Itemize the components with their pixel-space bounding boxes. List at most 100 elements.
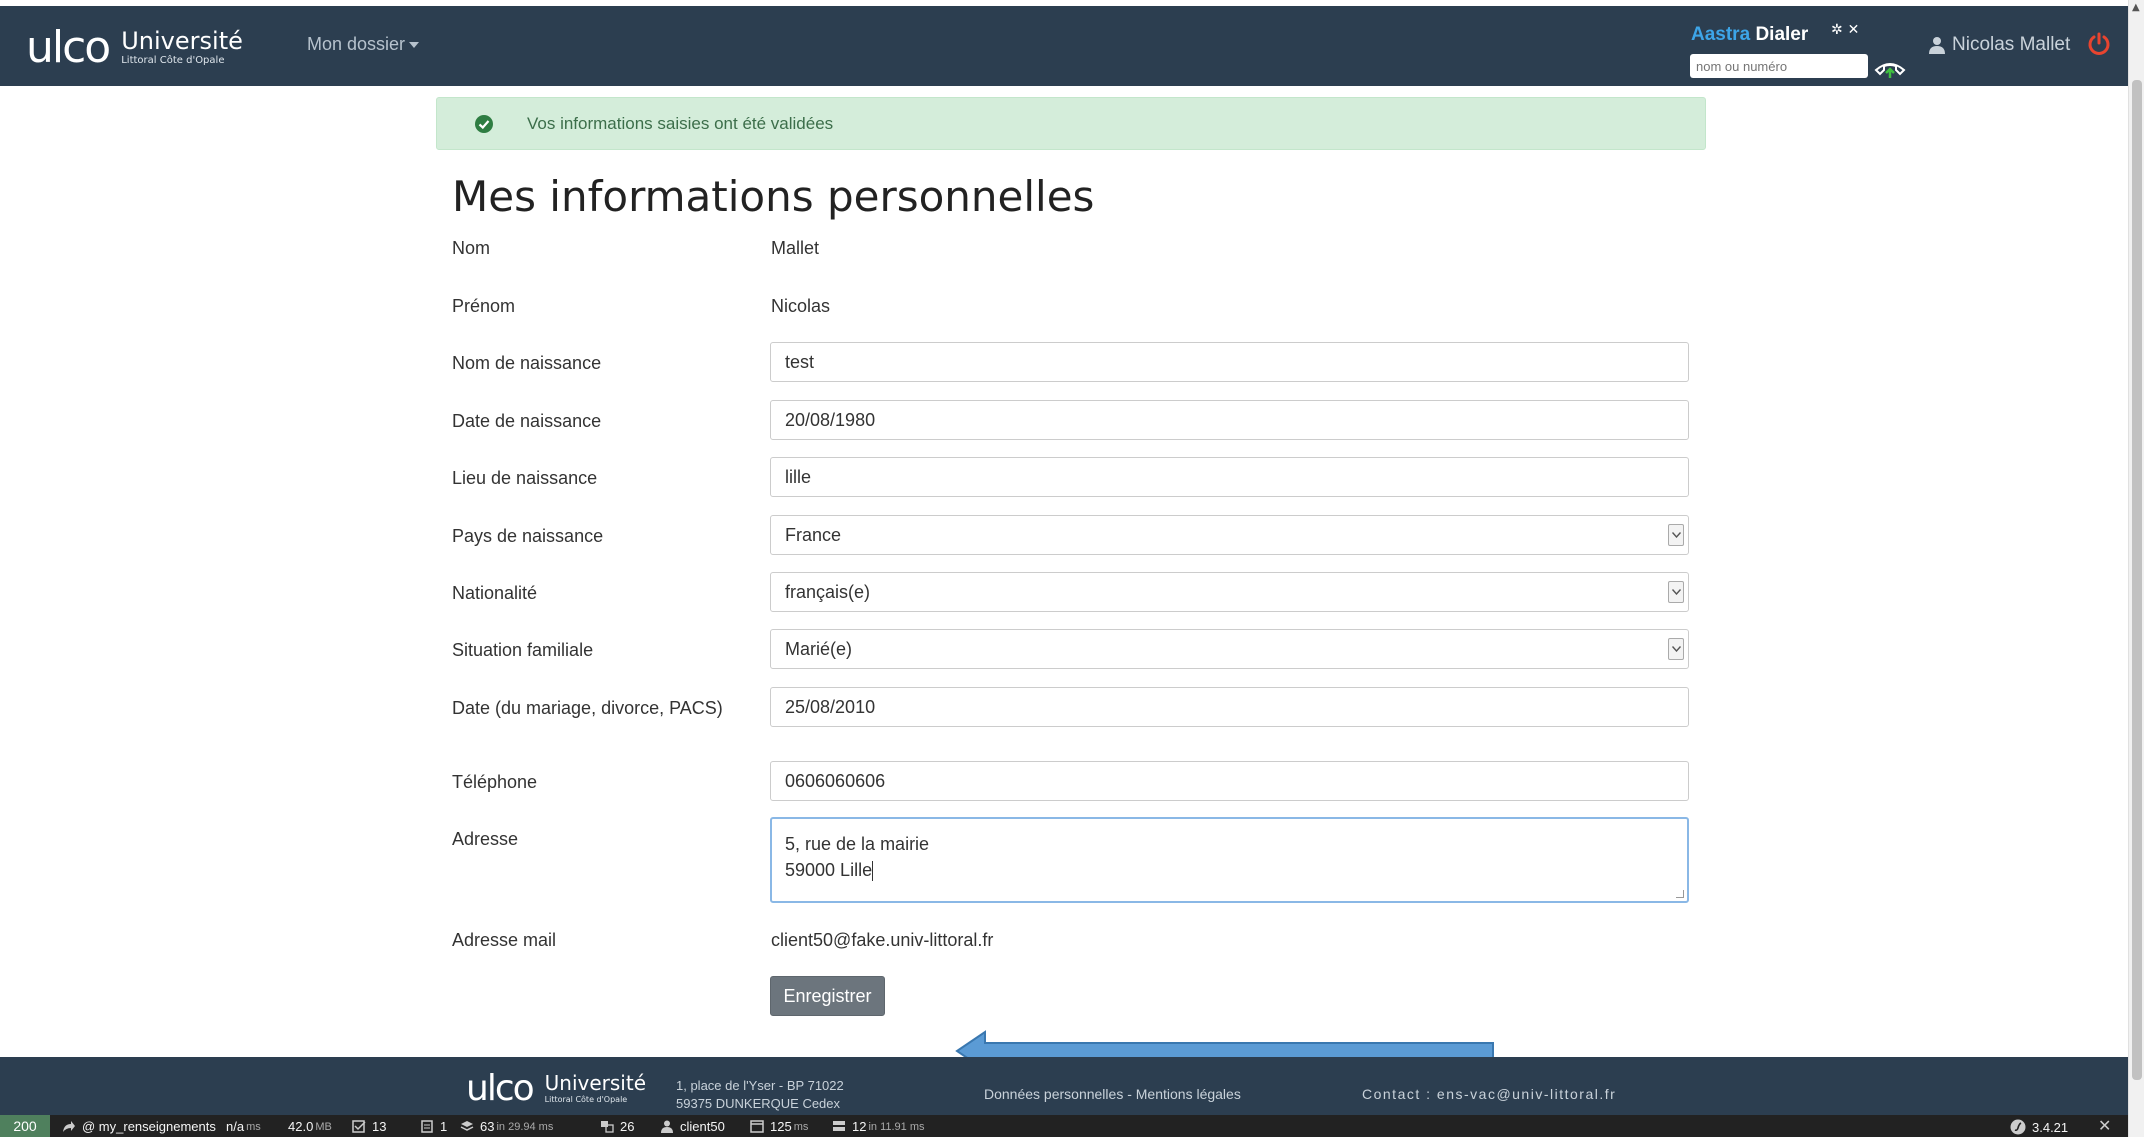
logo-mark: ulco	[26, 22, 111, 73]
date-naissance-value: 20/08/1980	[785, 410, 876, 430]
label-telephone: Téléphone	[452, 772, 538, 792]
debug-translations[interactable]: 26	[600, 1119, 634, 1134]
debug-logs-count: 1	[440, 1119, 448, 1134]
debug-cache-unit: in 29.94 ms	[496, 1120, 554, 1133]
top-navbar: ulco Université Littoral Côte d'Opale Mo…	[0, 6, 2128, 86]
cache-layers-icon	[460, 1121, 474, 1131]
label-prenom: Prénom	[452, 296, 516, 316]
symfony-logo-icon	[2010, 1119, 2026, 1135]
twig-icon	[750, 1120, 764, 1133]
label-adresse: Adresse	[452, 829, 519, 849]
debug-logs[interactable]: 1	[420, 1119, 447, 1134]
debug-twig[interactable]: 125 ms	[750, 1119, 808, 1134]
scroll-thumb[interactable]	[2132, 80, 2142, 1080]
route-arrow-icon	[63, 1121, 75, 1132]
debug-database[interactable]: 12 in 11.91 ms	[832, 1119, 925, 1134]
symfony-debug-toolbar: 200 @ my_renseignements n/a ms 42.0 MB 13 …	[0, 1115, 2128, 1137]
text-cursor	[872, 861, 874, 882]
value-prenom: Nicolas	[771, 296, 831, 316]
dialer-brand: Aastra	[1691, 24, 1751, 45]
telephone-input[interactable]: 0606060606	[770, 761, 1689, 801]
value-nom: Mallet	[771, 238, 820, 258]
nom-naissance-value: test	[785, 352, 815, 372]
debug-memory-value: 42.0	[288, 1119, 314, 1134]
footer-logo[interactable]: ulco Université Littoral Côte d'Opale	[466, 1067, 646, 1111]
adresse-line-2-row: 59000 Lille	[785, 857, 1674, 883]
footer-contact[interactable]: Contact : ens-vac@univ-littoral.fr	[1362, 1086, 1616, 1102]
user-menu[interactable]: Nicolas Mallet	[1928, 34, 2070, 56]
debug-user-name: client50	[680, 1119, 725, 1134]
footer-legal-links[interactable]: Données personnelles - Mentions légales	[984, 1086, 1241, 1102]
logo-name: Université	[121, 27, 243, 55]
dialer-controls[interactable]: ✲ ✕	[1831, 22, 1859, 38]
dialer-title: Aastra Dialer	[1691, 24, 1808, 46]
date-mariage-value: 25/08/2010	[785, 697, 876, 717]
debug-route[interactable]: @ my_renseignements	[62, 1119, 216, 1134]
debug-forms-count: 13	[372, 1119, 387, 1134]
debug-route-name: @ my_renseignements	[82, 1119, 216, 1134]
footer-logo-subtitle: Littoral Côte d'Opale	[544, 1095, 628, 1104]
check-circle-icon	[475, 115, 493, 133]
debug-cache[interactable]: 63 in 29.94 ms	[460, 1119, 553, 1134]
chevron-down-icon[interactable]	[1668, 638, 1684, 660]
page-title: Mes informations personnelles	[452, 172, 1095, 221]
logo-subtitle: Littoral Côte d'Opale	[121, 55, 225, 66]
footer-address-line-1: 1, place de l'Yser - BP 71022	[676, 1078, 844, 1093]
debug-time-value: n/a	[226, 1119, 245, 1134]
pays-naissance-value: France	[785, 525, 842, 545]
phone-call-icon[interactable]	[1874, 56, 1906, 78]
user-icon	[661, 1120, 673, 1133]
logo-text: Université Littoral Côte d'Opale	[121, 29, 243, 67]
debug-user[interactable]: client50	[660, 1119, 725, 1134]
footer-logo-mark: ulco	[466, 1068, 535, 1109]
enregistrer-button[interactable]: Enregistrer	[770, 976, 885, 1016]
status-code-badge[interactable]: 200	[0, 1115, 50, 1137]
nationalite-select[interactable]: français(e)	[770, 572, 1689, 612]
value-adresse-mail: client50@fake.univ-littoral.fr	[771, 930, 994, 950]
nationalite-value: français(e)	[785, 582, 871, 602]
label-nom: Nom	[452, 238, 491, 258]
situation-familiale-select[interactable]: Marié(e)	[770, 629, 1689, 669]
close-icon[interactable]: ✕	[2098, 1116, 2111, 1136]
debug-memory-unit: MB	[315, 1120, 332, 1133]
university-logo[interactable]: ulco Université Littoral Côte d'Opale	[26, 26, 243, 70]
site-footer: ulco Université Littoral Côte d'Opale 1,…	[0, 1057, 2128, 1115]
aastra-dialer-widget: Aastra Dialer ✲ ✕	[1689, 22, 1906, 80]
label-date-naissance: Date de naissance	[452, 411, 602, 431]
date-naissance-input[interactable]: 20/08/1980	[770, 400, 1689, 440]
chevron-down-icon[interactable]	[1668, 524, 1684, 546]
debug-twig-value: 125	[770, 1119, 792, 1134]
mon-dossier-menu[interactable]: Mon dossier	[307, 34, 420, 55]
dialer-input[interactable]	[1690, 54, 1868, 78]
label-date-mariage: Date (du mariage, divorce, PACS)	[452, 698, 723, 718]
date-mariage-input[interactable]: 25/08/2010	[770, 687, 1689, 727]
power-logout-icon[interactable]	[2086, 31, 2112, 57]
mon-dossier-label: Mon dossier	[307, 34, 406, 54]
debug-time[interactable]: n/a ms	[226, 1119, 261, 1134]
chevron-down-icon[interactable]	[1668, 581, 1684, 603]
debug-cache-count: 63	[480, 1119, 495, 1134]
alert-message: Vos informations saisies ont été validée…	[527, 114, 834, 133]
scroll-up-icon[interactable]: ▲	[2132, 2, 2140, 13]
footer-logo-text: Université Littoral Côte d'Opale	[545, 1073, 646, 1105]
debug-time-unit: ms	[246, 1120, 261, 1133]
debug-symfony-version[interactable]: 3.4.21	[2010, 1119, 2068, 1135]
situation-familiale-value: Marié(e)	[785, 639, 853, 659]
label-nom-naissance: Nom de naissance	[452, 353, 602, 373]
page-scrollbar[interactable]: ▲	[2128, 0, 2144, 1137]
resize-handle[interactable]	[1676, 890, 1684, 898]
footer-logo-name: Université	[544, 1071, 646, 1095]
pays-naissance-select[interactable]: France	[770, 515, 1689, 555]
lieu-naissance-value: lille	[785, 467, 812, 487]
dialer-name: Dialer	[1755, 24, 1809, 45]
telephone-value: 0606060606	[785, 771, 886, 791]
lieu-naissance-input[interactable]: lille	[770, 457, 1689, 497]
footer-address: 1, place de l'Yser - BP 71022 59375 DUNK…	[676, 1077, 844, 1113]
debug-memory[interactable]: 42.0 MB	[288, 1119, 332, 1134]
label-nationalite: Nationalité	[452, 583, 538, 603]
nom-naissance-input[interactable]: test	[770, 342, 1689, 382]
debug-forms[interactable]: 13	[352, 1119, 386, 1134]
adresse-line-2: 59000 Lille	[785, 860, 873, 880]
database-icon	[833, 1121, 845, 1131]
adresse-textarea[interactable]: 5, rue de la mairie 59000 Lille	[770, 817, 1689, 903]
